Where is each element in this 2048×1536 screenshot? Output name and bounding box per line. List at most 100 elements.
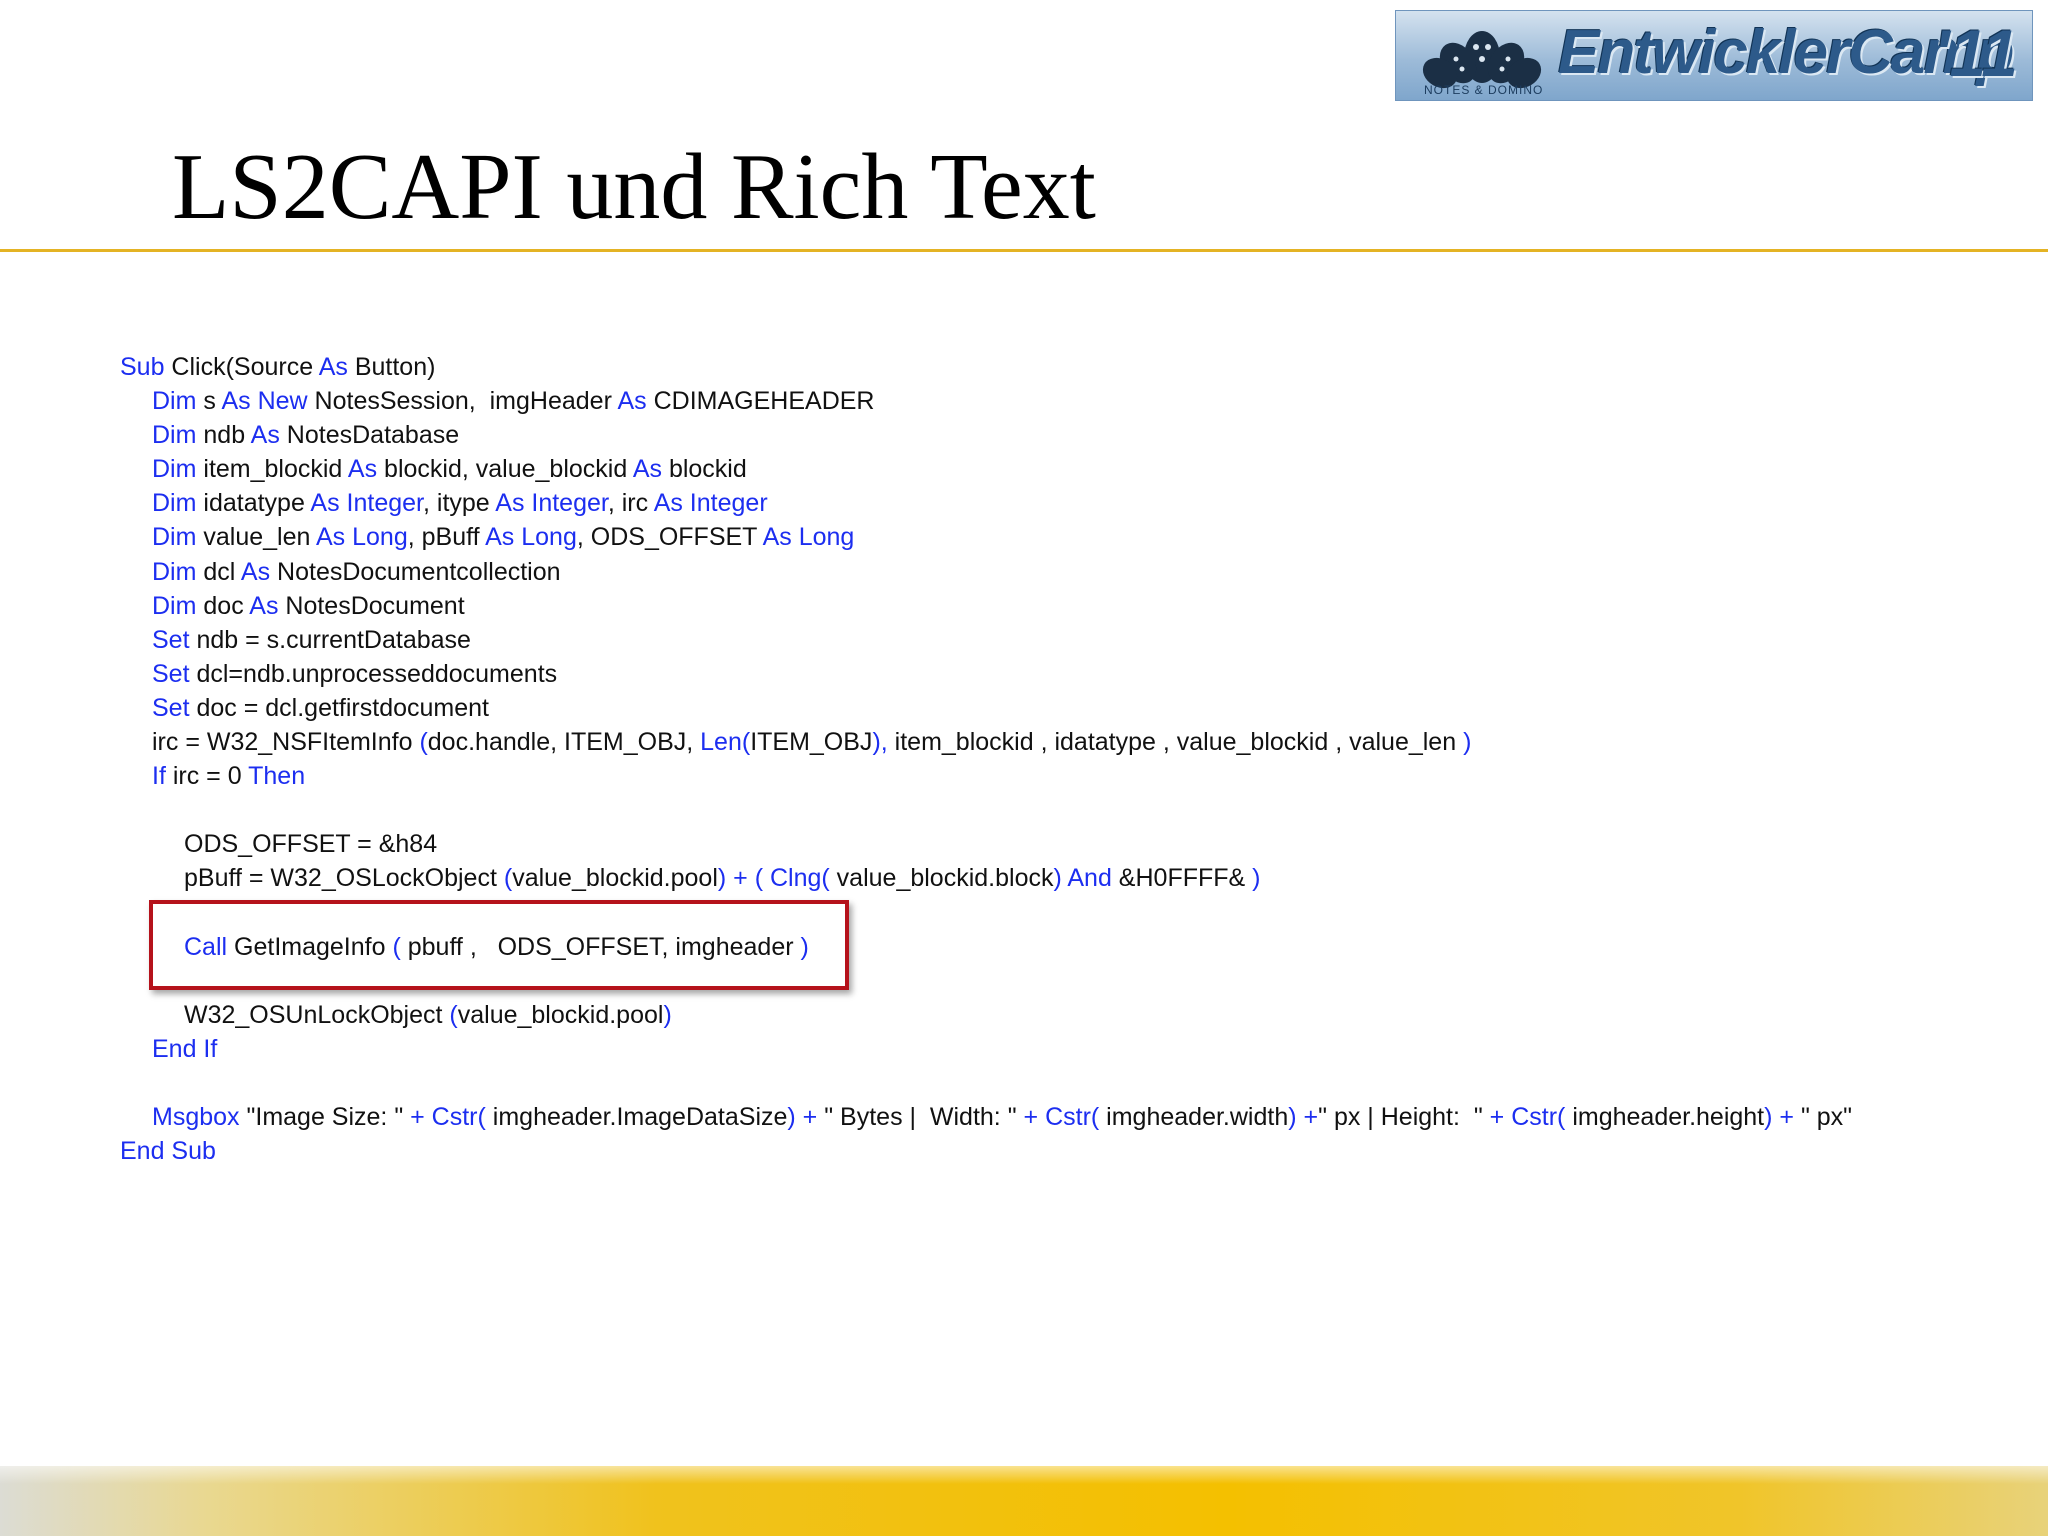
- code-line: Set dcl=ndb.unprocesseddocuments: [120, 657, 2020, 691]
- code-keyword: As: [250, 421, 280, 450]
- code-keyword: ) +: [1764, 1103, 1795, 1132]
- code-keyword: Clng(: [769, 864, 830, 893]
- code-text: value_blockid.pool: [512, 864, 718, 893]
- code-keyword: (: [449, 1000, 458, 1029]
- code-keyword: + Cstr(: [1023, 1103, 1100, 1132]
- title-divider: [0, 249, 2048, 252]
- slide-title: LS2CAPI und Rich Text: [172, 135, 1096, 239]
- code-text: item_blockid , idatatype , value_blockid…: [887, 728, 1464, 757]
- code-text: ODS_OFFSET = &h84: [184, 830, 438, 859]
- code-text: dcl=ndb.unprocesseddocuments: [189, 659, 558, 688]
- code-keyword: + Cstr(: [410, 1103, 486, 1132]
- code-keyword: ): [1463, 728, 1472, 757]
- code-keyword: As: [318, 353, 348, 381]
- code-line: W32_OSUnLockObject (value_blockid.pool): [120, 998, 2020, 1032]
- code-line: Dim value_len As Long, pBuff As Long, OD…: [120, 520, 2020, 554]
- code-line: End Sub: [120, 1134, 2020, 1168]
- code-keyword: Then: [248, 762, 306, 791]
- code-text: irc = W32_NSFItemInfo: [152, 728, 420, 757]
- code-text: value_blockid.pool: [457, 1000, 664, 1029]
- code-keyword: ) + (: [717, 864, 770, 893]
- code-text: doc = dcl.getfirstdocument: [189, 693, 489, 722]
- code-text: ITEM_OBJ: [750, 728, 873, 757]
- code-line: Dim item_blockid As blockid, value_block…: [120, 452, 2020, 486]
- code-text: imgheader.width: [1099, 1103, 1289, 1132]
- code-line: Dim idatatype As Integer, itype As Integ…: [120, 486, 2020, 520]
- code-line: ODS_OFFSET = &h84: [120, 827, 2020, 861]
- code-keyword: As Long: [485, 523, 577, 552]
- code-text: , ODS_OFFSET: [576, 523, 763, 552]
- code-keyword: ): [1252, 864, 1261, 893]
- code-text: W32_OSUnLockObject: [184, 1000, 450, 1029]
- code-line: Dim ndb As NotesDatabase: [120, 418, 2020, 452]
- code-text: pBuff = W32_OSLockObject: [184, 864, 504, 893]
- code-line: End If: [120, 1032, 2020, 1066]
- code-line: irc = W32_NSFItemInfo (doc.handle, ITEM_…: [120, 725, 2020, 759]
- code-keyword: Dim: [152, 421, 197, 450]
- code-keyword: Len(: [700, 728, 751, 757]
- code-keyword: As Integer: [310, 489, 423, 518]
- code-line: pBuff = W32_OSLockObject (value_blockid.…: [120, 861, 2020, 895]
- code-keyword: End If: [152, 1034, 218, 1063]
- code-keyword: As Long: [762, 523, 855, 552]
- code-keyword: As: [249, 591, 279, 620]
- code-keyword: (: [503, 864, 513, 893]
- code-line: Msgbox "Image Size: " + Cstr( imgheader.…: [120, 1100, 2020, 1134]
- code-text: Click(Source: [164, 353, 319, 381]
- code-keyword: ): [663, 1000, 672, 1029]
- code-line: Sub Click(Source As Button): [120, 350, 2020, 384]
- code-keyword: ) +: [787, 1103, 818, 1132]
- code-text: imgheader.height: [1565, 1103, 1765, 1132]
- code-line: If irc = 0 Then: [120, 759, 2020, 793]
- highlight-box: [149, 900, 849, 990]
- code-keyword: As Long: [315, 523, 408, 552]
- code-keyword: As: [632, 455, 662, 484]
- code-text: blockid: [662, 455, 747, 484]
- code-text: dcl: [196, 557, 241, 586]
- code-text: " px | Height: ": [1318, 1103, 1490, 1132]
- code-text: NotesSession, imgHeader: [307, 387, 618, 416]
- code-text: doc.handle, ITEM_OBJ,: [427, 728, 701, 757]
- code-text: idatatype: [196, 489, 311, 518]
- code-keyword: Msgbox: [152, 1103, 240, 1132]
- entwicklercamp-logo: EntwicklerCamp '11 NOTES & DOMINO: [1395, 10, 2033, 101]
- code-text: ndb = s.currentDatabase: [189, 625, 471, 654]
- code-keyword: Dim: [152, 489, 197, 518]
- code-keyword: Set: [152, 659, 190, 688]
- logo-subtitle: NOTES & DOMINO: [1424, 83, 1544, 97]
- code-text: NotesDocumentcollection: [270, 557, 561, 586]
- code-line: Dim s As New NotesSession, imgHeader As …: [120, 384, 2020, 418]
- code-keyword: Dim: [152, 523, 197, 552]
- code-line: Dim dcl As NotesDocumentcollection: [120, 555, 2020, 589]
- code-keyword: As Integer: [653, 489, 768, 518]
- code-text: " px": [1794, 1103, 1853, 1132]
- code-keyword: Sub: [120, 353, 165, 381]
- code-keyword: ) And: [1053, 864, 1112, 893]
- code-line: Set doc = dcl.getfirstdocument: [120, 691, 2020, 725]
- code-text: blockid, value_blockid: [377, 455, 633, 484]
- code-keyword: End Sub: [120, 1137, 216, 1166]
- code-keyword: As: [617, 387, 647, 416]
- logo-year: '11: [1933, 16, 2018, 90]
- code-text: CDIMAGEHEADER: [646, 387, 875, 416]
- code-keyword: Dim: [152, 387, 197, 416]
- code-text: NotesDatabase: [279, 421, 460, 450]
- code-text: doc: [196, 591, 250, 620]
- code-keyword: As: [347, 455, 378, 484]
- code-text: NotesDocument: [278, 591, 465, 620]
- code-listing: Sub Click(Source As Button) Dim s As New …: [120, 350, 2020, 1168]
- code-text: item_blockid: [196, 455, 348, 484]
- code-keyword: As Integer: [495, 489, 608, 518]
- code-text: Button): [347, 353, 436, 381]
- code-keyword: Dim: [152, 455, 197, 484]
- code-keyword: + Cstr(: [1489, 1103, 1566, 1132]
- code-text: , irc: [607, 489, 654, 518]
- code-keyword: Set: [152, 693, 190, 722]
- code-line: Set ndb = s.currentDatabase: [120, 623, 2020, 657]
- code-text: value_blockid.block: [829, 864, 1054, 893]
- code-keyword: As: [240, 557, 271, 586]
- code-text: value_len: [196, 523, 316, 552]
- code-text: "Image Size: ": [239, 1103, 411, 1132]
- code-text: ndb: [196, 421, 251, 450]
